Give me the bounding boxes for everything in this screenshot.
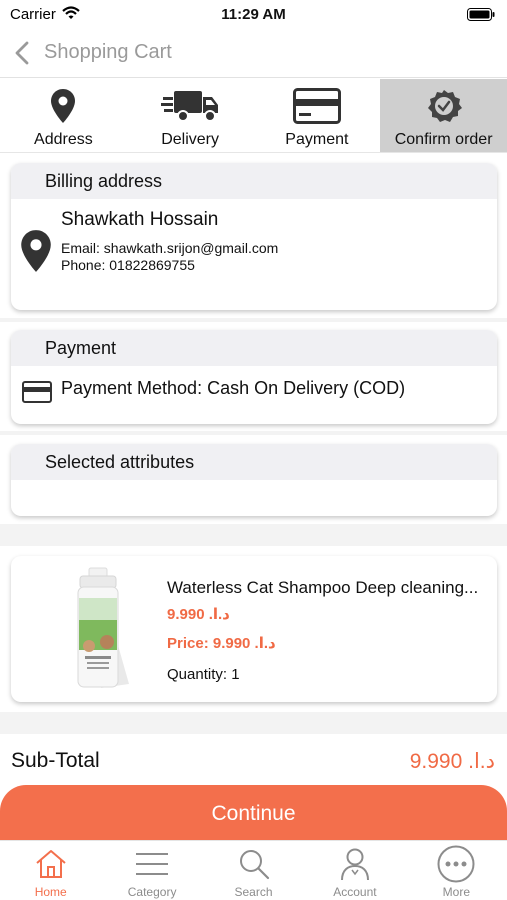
- confirm-badge-icon: [380, 87, 507, 125]
- more-icon: [406, 845, 507, 883]
- continue-button[interactable]: Continue: [0, 785, 507, 843]
- tab-label: Category: [127, 885, 177, 899]
- tab-home[interactable]: Home: [0, 841, 101, 900]
- step-confirm-order[interactable]: Confirm order: [380, 79, 507, 152]
- step-payment[interactable]: Payment: [254, 79, 381, 152]
- billing-email: Email: shawkath.srijon@gmail.com: [61, 240, 279, 256]
- selected-attributes-card: Selected attributes: [11, 444, 497, 516]
- tab-more[interactable]: More: [406, 841, 507, 900]
- location-pin-icon: [0, 87, 127, 125]
- status-bar: Carrier 11:29 AM: [0, 0, 507, 30]
- subtotal-label: Sub-Total: [11, 749, 100, 772]
- page-title: Shopping Cart: [44, 41, 172, 63]
- cart-item[interactable]: Waterless Cat Shampoo Deep cleaning... 9…: [11, 556, 497, 702]
- home-icon: [0, 846, 101, 882]
- nav-bar: Shopping Cart: [0, 30, 507, 78]
- tab-category[interactable]: Category: [101, 841, 202, 900]
- product-name[interactable]: Waterless Cat Shampoo Deep cleaning...: [167, 578, 493, 598]
- tab-label: Account: [333, 885, 377, 899]
- billing-name: Shawkath Hossain: [61, 209, 219, 230]
- selected-attributes-header: Selected attributes: [11, 444, 497, 480]
- step-label: Payment: [285, 131, 349, 148]
- tab-label: Home: [34, 885, 67, 899]
- payment-header: Payment: [11, 330, 497, 366]
- payment-card: Payment Payment Method: Cash On Delivery…: [11, 330, 497, 424]
- delivery-truck-icon: [127, 87, 254, 125]
- divider: [0, 318, 507, 322]
- step-label: Delivery: [161, 131, 220, 148]
- step-delivery[interactable]: Delivery: [127, 79, 254, 152]
- step-label: Address: [34, 131, 93, 148]
- step-address[interactable]: Address: [0, 79, 127, 152]
- back-chevron-icon[interactable]: [12, 40, 34, 71]
- account-icon: [304, 846, 405, 882]
- subtotal-value: 9.990 .د.ا: [409, 750, 495, 773]
- tab-search[interactable]: Search: [203, 841, 304, 900]
- product-quantity: Quantity: 1: [167, 666, 240, 683]
- billing-address-header: Billing address: [11, 163, 497, 199]
- billing-address-card: Billing address Shawkath Hossain Email: …: [11, 163, 497, 310]
- location-pin-icon: [20, 228, 52, 279]
- step-label: Confirm order: [394, 131, 493, 148]
- product-price: Price: 9.990 .د.ا: [167, 635, 276, 652]
- credit-card-icon: [254, 87, 381, 125]
- tab-label: More: [442, 885, 470, 899]
- product-image: [77, 567, 129, 688]
- status-time: 11:29 AM: [221, 6, 286, 23]
- credit-card-icon: [22, 381, 52, 408]
- checkout-steps: Address Delivery Payment Confirm order: [0, 79, 507, 153]
- product-unit-price: 9.990 .د.ا: [167, 606, 230, 623]
- tab-label: Search: [234, 885, 273, 899]
- bottom-tab-bar: Home Category Search Account More: [0, 840, 507, 900]
- divider: [0, 431, 507, 435]
- payment-method: Payment Method: Cash On Delivery (COD): [61, 378, 406, 398]
- section-separator: [0, 712, 507, 734]
- tab-account[interactable]: Account: [304, 841, 405, 900]
- billing-phone: Phone: 01822869755: [61, 257, 195, 273]
- battery-icon: [467, 8, 495, 26]
- category-menu-icon: [101, 846, 202, 882]
- section-separator: [0, 524, 507, 546]
- search-icon: [203, 846, 304, 882]
